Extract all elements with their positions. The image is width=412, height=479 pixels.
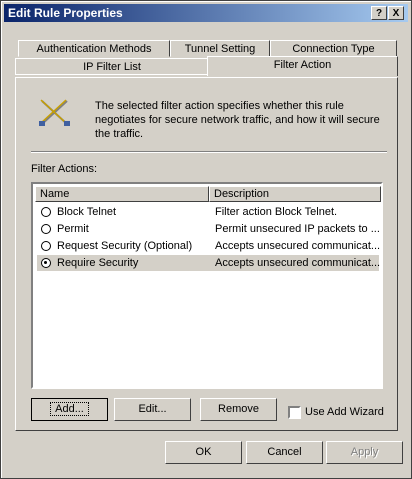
use-add-wizard-checkbox[interactable] <box>288 406 301 419</box>
list-item-selected[interactable]: Require Security Accepts unsecured commu… <box>37 255 381 271</box>
filter-actions-list[interactable]: Name Description Block Telnet Filter act… <box>31 182 383 389</box>
radio-button[interactable] <box>41 207 51 217</box>
cancel-button[interactable]: Cancel <box>246 441 323 464</box>
close-button[interactable]: X <box>388 6 404 20</box>
apply-button[interactable]: Apply <box>326 441 403 464</box>
tab-connection-type[interactable]: Connection Type <box>270 40 397 57</box>
tab-filter-action[interactable]: Filter Action <box>207 56 398 76</box>
list-item[interactable]: Block Telnet Filter action Block Telnet. <box>37 204 379 220</box>
item-description: Filter action Block Telnet. <box>215 206 338 218</box>
edit-button[interactable]: Edit... <box>114 398 191 421</box>
use-add-wizard-label[interactable]: Use Add Wizard <box>305 406 384 418</box>
item-description: Accepts unsecured communicat... <box>215 240 381 252</box>
tab-ip-filter-list[interactable]: IP Filter List <box>15 58 209 75</box>
radio-button[interactable] <box>41 224 51 234</box>
list-item[interactable]: Request Security (Optional) Accepts unse… <box>37 238 381 254</box>
add-button-label: Add... <box>50 402 89 416</box>
radio-button[interactable] <box>41 241 51 251</box>
intro-text: The selected filter action specifies whe… <box>95 100 380 140</box>
edit-rule-properties-dialog: Edit Rule Properties ? X Authentication … <box>0 0 412 479</box>
ok-button[interactable]: OK <box>165 441 242 464</box>
item-name: Permit <box>57 223 89 235</box>
column-header-name[interactable]: Name <box>35 186 209 202</box>
remove-button[interactable]: Remove <box>200 398 277 421</box>
title-bar[interactable]: Edit Rule Properties ? X <box>4 4 408 22</box>
filter-action-icon <box>39 99 70 126</box>
item-name: Require Security <box>57 257 139 269</box>
item-description: Permit unsecured IP packets to ... <box>215 223 380 235</box>
list-item[interactable]: Permit Permit unsecured IP packets to ..… <box>37 221 380 237</box>
separator <box>31 151 387 153</box>
add-button[interactable]: Add... <box>31 398 108 421</box>
tab-authentication-methods[interactable]: Authentication Methods <box>18 40 170 57</box>
window-title: Edit Rule Properties <box>8 6 123 20</box>
item-name: Request Security (Optional) <box>57 240 193 252</box>
tab-tunnel-setting[interactable]: Tunnel Setting <box>170 40 270 57</box>
filter-actions-label: Filter Actions: <box>31 163 98 175</box>
item-description: Accepts unsecured communicat... <box>215 257 381 269</box>
help-button[interactable]: ? <box>371 6 387 20</box>
radio-button-selected[interactable] <box>41 258 51 268</box>
item-name: Block Telnet <box>57 206 117 218</box>
column-header-description[interactable]: Description <box>209 186 381 202</box>
